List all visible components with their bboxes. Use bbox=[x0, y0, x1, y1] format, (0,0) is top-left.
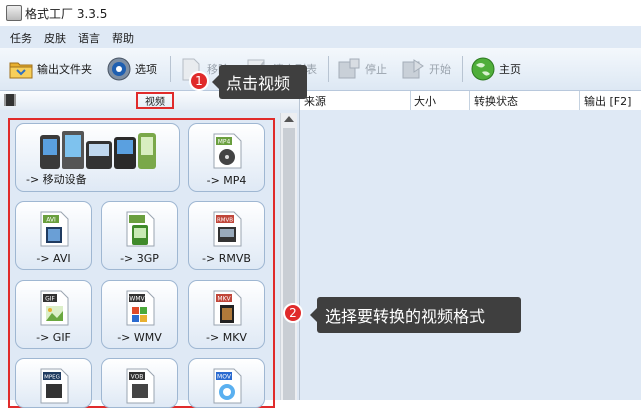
mov-file-icon: MOV bbox=[213, 368, 241, 404]
format-label: -> GIF bbox=[36, 331, 71, 344]
format-rmvb-button[interactable]: RMVB -> RMVB bbox=[188, 201, 265, 270]
app-logo-icon bbox=[6, 5, 22, 21]
mov-tag: MOV bbox=[217, 374, 232, 381]
format-avi-button[interactable]: AVI -> AVI bbox=[15, 201, 92, 270]
format-mkv-button[interactable]: MKV -> MKV bbox=[188, 280, 265, 349]
vob-file-icon: VOB bbox=[126, 368, 154, 404]
output-folder-button[interactable]: 输出文件夹 bbox=[8, 54, 92, 84]
column-separator bbox=[469, 91, 470, 110]
mpeg-file-icon: MPEG bbox=[40, 368, 68, 404]
stop-button[interactable]: 停止 bbox=[336, 54, 387, 84]
wmv-file-icon: WMV bbox=[126, 290, 154, 326]
format-label: -> 移动设备 bbox=[26, 173, 87, 186]
format-3gp-button[interactable]: -> 3GP bbox=[101, 201, 178, 270]
step-badge-2: 2 bbox=[283, 303, 303, 323]
rmvb-file-icon: RMVB bbox=[213, 211, 241, 247]
start-button[interactable]: 开始 bbox=[400, 54, 451, 84]
format-mpeg-button[interactable]: MPEG bbox=[15, 358, 92, 408]
format-mobile-button[interactable]: -> 移动设备 bbox=[15, 123, 180, 192]
folder-icon bbox=[9, 62, 33, 79]
mkv-file-icon: MKV bbox=[213, 290, 241, 326]
format-scrollbar[interactable] bbox=[280, 113, 297, 400]
mobile-devices-icon bbox=[40, 131, 156, 169]
wmv-tag: WMV bbox=[129, 296, 145, 303]
gear-icon bbox=[107, 57, 131, 81]
scroll-thumb[interactable] bbox=[283, 128, 295, 400]
rmvb-tag: RMVB bbox=[216, 218, 232, 224]
column-source[interactable]: 来源 bbox=[304, 93, 326, 109]
scroll-up-icon[interactable] bbox=[284, 116, 294, 122]
mkv-tag: MKV bbox=[217, 296, 231, 303]
toolbar-separator bbox=[328, 56, 329, 82]
stop-icon bbox=[338, 58, 360, 79]
callout-arrow bbox=[310, 308, 317, 322]
toolbar-separator bbox=[170, 56, 171, 82]
column-output[interactable]: 输出 [F2] bbox=[584, 93, 631, 109]
step-badge-1: 1 bbox=[189, 71, 209, 91]
toolbar-separator bbox=[462, 56, 463, 82]
start-icon bbox=[402, 59, 424, 79]
avi-file-icon: AVI bbox=[40, 211, 68, 247]
column-size[interactable]: 大小 bbox=[414, 93, 436, 109]
callout-step-1: 点击视频 bbox=[212, 65, 307, 99]
menu-help[interactable]: 帮助 bbox=[112, 30, 134, 46]
mp4-tag: MP4 bbox=[217, 139, 230, 146]
title-bar: 格式工厂 3.3.5 bbox=[0, 0, 641, 26]
menu-language[interactable]: 语言 bbox=[78, 30, 100, 46]
menu-task[interactable]: 任务 bbox=[10, 30, 32, 46]
mp4-file-icon: MP4 bbox=[213, 133, 241, 169]
task-list bbox=[300, 110, 641, 400]
home-button[interactable]: 主页 bbox=[470, 54, 521, 84]
format-label: -> MKV bbox=[206, 331, 247, 344]
tab-video[interactable]: 视频 bbox=[136, 92, 174, 109]
column-separator bbox=[410, 91, 411, 110]
format-mov-button[interactable]: MOV bbox=[188, 358, 265, 408]
column-separator bbox=[579, 91, 580, 110]
task-list-header: 来源 大小 转换状态 输出 [F2] bbox=[300, 91, 641, 111]
format-label: -> WMV bbox=[117, 331, 162, 344]
callout-text: 点击视频 bbox=[226, 74, 291, 93]
format-label: -> MP4 bbox=[206, 174, 247, 187]
menu-skin[interactable]: 皮肤 bbox=[44, 30, 66, 46]
globe-icon bbox=[471, 57, 495, 81]
3gp-file-icon bbox=[126, 211, 154, 247]
format-gif-button[interactable]: GIF -> GIF bbox=[15, 280, 92, 349]
vob-tag: VOB bbox=[130, 374, 143, 381]
toolbar: 输出文件夹 选项 移除 清空列表 停止 开始 bbox=[0, 48, 641, 91]
mpeg-tag: MPEG bbox=[44, 375, 60, 381]
format-label: -> RMVB bbox=[202, 252, 251, 265]
column-status[interactable]: 转换状态 bbox=[474, 93, 518, 109]
avi-tag: AVI bbox=[46, 217, 56, 224]
menu-bar: 任务 皮肤 语言 帮助 bbox=[0, 26, 641, 48]
callout-step-2: 选择要转换的视频格式 bbox=[310, 297, 521, 333]
gif-tag: GIF bbox=[45, 296, 55, 303]
format-vob-button[interactable]: VOB bbox=[101, 358, 178, 408]
format-label: -> AVI bbox=[36, 252, 71, 265]
format-wmv-button[interactable]: WMV -> WMV bbox=[101, 280, 178, 349]
format-mp4-button[interactable]: MP4 -> MP4 bbox=[188, 123, 265, 192]
format-label: -> 3GP bbox=[120, 252, 159, 265]
window-title: 格式工厂 3.3.5 bbox=[25, 7, 108, 21]
callout-arrow bbox=[212, 75, 219, 89]
callout-text: 选择要转换的视频格式 bbox=[325, 307, 486, 326]
options-button[interactable]: 选项 bbox=[106, 54, 157, 84]
gif-file-icon: GIF bbox=[40, 290, 68, 326]
film-icon bbox=[4, 94, 16, 106]
